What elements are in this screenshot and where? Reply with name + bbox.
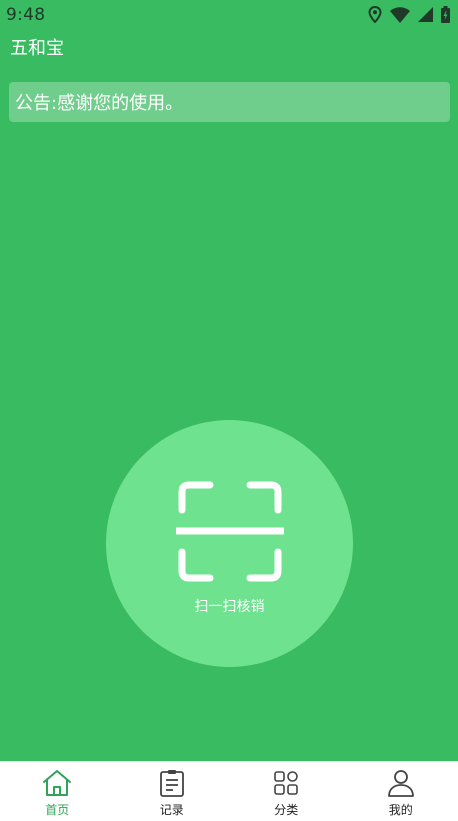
nav-item-records[interactable]: 记录: [115, 762, 230, 821]
battery-icon: [441, 6, 450, 23]
nav-item-home[interactable]: 首页: [0, 762, 115, 821]
app-title: 五和宝: [10, 34, 64, 60]
notice-banner: 公告:感谢您的使用。: [9, 82, 450, 122]
nav-label-category: 分类: [274, 801, 298, 818]
scan-button[interactable]: 扫一扫核销: [106, 420, 353, 667]
clipboard-icon: [159, 769, 185, 797]
nav-item-profile[interactable]: 我的: [344, 762, 458, 821]
status-bar: 9:48: [0, 0, 458, 30]
nav-label-home: 首页: [45, 801, 69, 818]
signal-icon: [418, 7, 433, 22]
scan-label: 扫一扫核销: [106, 596, 353, 616]
nav-label-profile: 我的: [389, 801, 413, 818]
status-icons: [368, 6, 450, 23]
location-icon: [368, 6, 382, 23]
bottom-nav: 首页 记录 分类: [0, 761, 458, 821]
notice-text: 公告:感谢您的使用。: [9, 89, 183, 115]
wifi-icon: [390, 7, 410, 23]
nav-item-category[interactable]: 分类: [229, 762, 344, 821]
scan-icon: [176, 480, 284, 588]
status-time: 9:48: [6, 5, 45, 25]
home-icon: [42, 769, 72, 797]
grid-icon: [273, 769, 299, 797]
nav-label-records: 记录: [160, 801, 184, 818]
user-icon: [387, 769, 415, 797]
